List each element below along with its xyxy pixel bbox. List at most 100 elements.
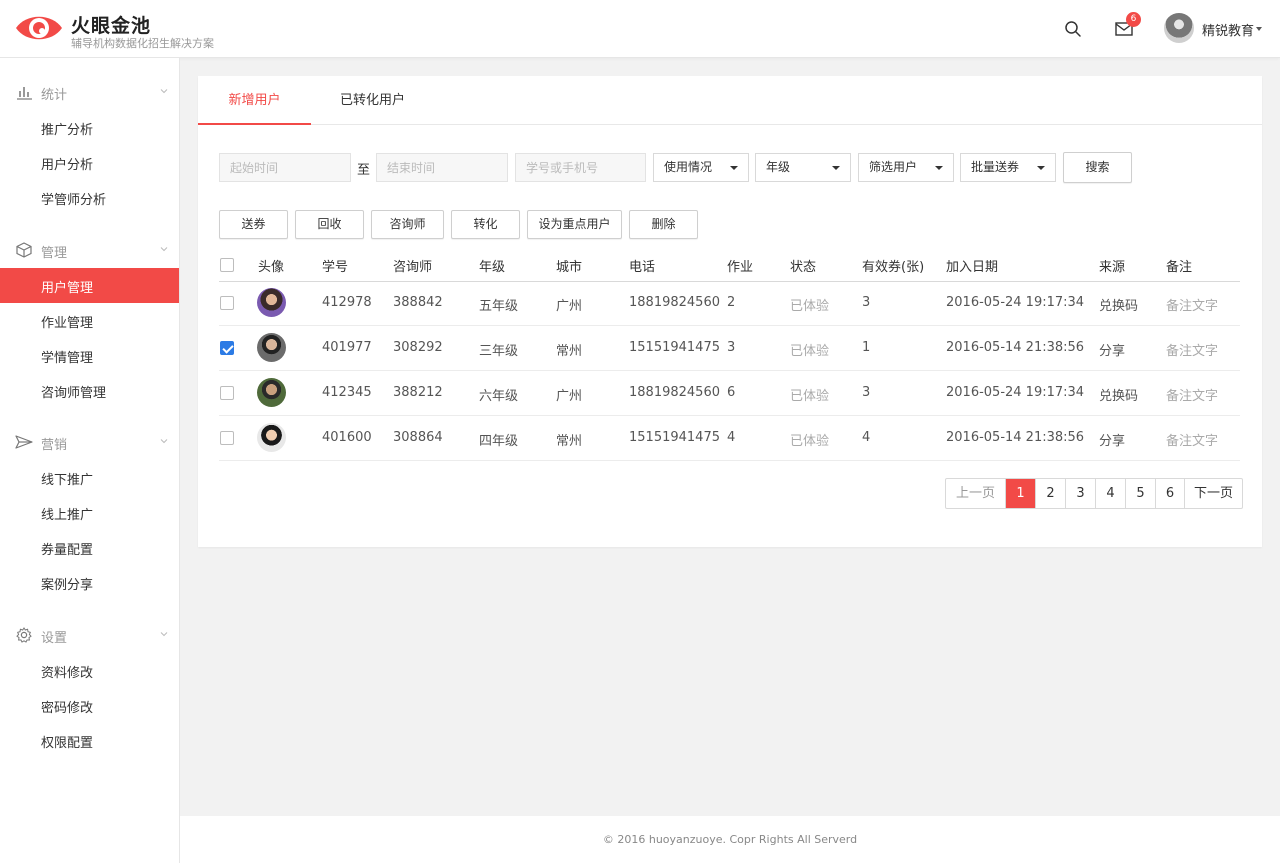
next-page-button[interactable]: 下一页: [1184, 479, 1242, 508]
table-row[interactable]: 401977 308292 三年级 常州 15151941475 3 已体验 1…: [219, 326, 1240, 371]
prev-page-button[interactable]: 上一页: [946, 479, 1005, 508]
row-checkbox[interactable]: [220, 431, 234, 445]
caret-down-icon: [832, 166, 840, 170]
sidebar-item-user-management[interactable]: 用户管理: [0, 268, 179, 303]
coupon-count: 4: [862, 430, 871, 445]
start-date-input[interactable]: [219, 153, 351, 182]
sidebar-item-label: 用户管理: [41, 281, 94, 296]
phone: 15151941475: [629, 340, 720, 355]
sidebar-item-label: 案例分享: [41, 578, 94, 593]
sidebar-item-case-sharing[interactable]: 案例分享: [0, 565, 179, 600]
table-row[interactable]: 401600 308864 四年级 常州 15151941475 4 已体验 4…: [219, 416, 1240, 461]
app-title: 火眼金池: [71, 15, 152, 37]
user-name[interactable]: 精锐教育: [1202, 20, 1254, 39]
sidebar-item-user-analysis[interactable]: 用户分析: [0, 145, 179, 180]
batch-coupon-select[interactable]: 批量送券: [960, 153, 1056, 182]
sidebar-item-counselor-management[interactable]: 咨询师管理: [0, 373, 179, 408]
column-header: 电话: [629, 260, 656, 275]
sidebar-item-homework-management[interactable]: 作业管理: [0, 303, 179, 338]
row-checkbox[interactable]: [220, 341, 234, 355]
table-row[interactable]: 412345 388212 六年级 广州 18819824560 6 已体验 3…: [219, 371, 1240, 416]
tab-new-users[interactable]: 新增用户: [198, 76, 311, 125]
sidebar-item-permission-config[interactable]: 权限配置: [0, 723, 179, 758]
gear-icon: [16, 627, 32, 643]
phone: 18819824560: [629, 385, 720, 400]
column-header: 学号: [322, 260, 349, 275]
sidebar-item-label: 线上推广: [41, 508, 94, 523]
sidebar-item-profile-edit[interactable]: 资料修改: [0, 653, 179, 688]
chevron-down-icon: [160, 632, 168, 637]
sidebar-item-online-promotion[interactable]: 线上推广: [0, 495, 179, 530]
sidebar-item-label: 权限配置: [41, 736, 94, 751]
content-card: 新增用户 已转化用户 至 使用情况 年级 筛选用户 批量送券 搜索 送券 回收 …: [198, 76, 1262, 547]
grade: 五年级: [479, 299, 519, 314]
avatar: [257, 288, 286, 317]
filter-users-select[interactable]: 筛选用户: [858, 153, 954, 182]
convert-button[interactable]: 转化: [451, 210, 520, 239]
search-icon[interactable]: [1064, 20, 1082, 38]
column-header: 来源: [1099, 260, 1126, 275]
homework-count: 6: [727, 385, 736, 400]
row-checkbox[interactable]: [220, 296, 234, 310]
caret-down-icon[interactable]: [1256, 27, 1262, 31]
city: 广州: [556, 299, 583, 314]
page-button-1[interactable]: 1: [1005, 479, 1035, 508]
sidebar-group-marketing[interactable]: 营销: [0, 425, 180, 459]
sidebar-item-promotion-analysis[interactable]: 推广分析: [0, 110, 179, 145]
sidebar-item-label: 咨询师管理: [41, 386, 107, 401]
mark-key-user-button[interactable]: 设为重点用户: [527, 210, 622, 239]
note: 备注文字: [1166, 344, 1219, 359]
user-avatar[interactable]: [1164, 13, 1194, 43]
table-row[interactable]: 412978 388842 五年级 广州 18819824560 2 已体验 3…: [219, 281, 1240, 326]
sidebar-item-offline-promotion[interactable]: 线下推广: [0, 460, 179, 495]
sidebar-item-label: 密码修改: [41, 701, 94, 716]
end-date-input[interactable]: [376, 153, 508, 182]
delete-button[interactable]: 删除: [629, 210, 698, 239]
sidebar-item-label: 资料修改: [41, 666, 94, 681]
usage-select[interactable]: 使用情况: [653, 153, 749, 182]
grade-select[interactable]: 年级: [755, 153, 851, 182]
status: 已体验: [790, 344, 830, 359]
sidebar-item-label: 推广分析: [41, 123, 94, 138]
chevron-down-icon: [160, 439, 168, 444]
student-id: 401977: [322, 340, 372, 355]
counselor-id: 308292: [393, 340, 443, 355]
column-header: 头像: [258, 260, 285, 275]
select-all-checkbox[interactable]: [220, 258, 234, 272]
recycle-button[interactable]: 回收: [295, 210, 364, 239]
student-id: 401600: [322, 430, 372, 445]
student-id: 412345: [322, 385, 372, 400]
sidebar-group-label: 设置: [41, 631, 68, 646]
tab-converted-users[interactable]: 已转化用户: [316, 76, 429, 125]
page-button-4[interactable]: 4: [1095, 479, 1125, 508]
sidebar-item-learning-management[interactable]: 学情管理: [0, 338, 179, 373]
student-id-phone-input[interactable]: [515, 153, 646, 182]
page-button-3[interactable]: 3: [1065, 479, 1095, 508]
sidebar-group-manage[interactable]: 管理: [0, 233, 180, 267]
select-label: 年级: [766, 160, 791, 174]
page-button-6[interactable]: 6: [1155, 479, 1184, 508]
column-header: 加入日期: [946, 260, 999, 275]
status: 已体验: [790, 434, 830, 449]
sidebar-group-settings[interactable]: 设置: [0, 618, 180, 652]
sidebar-item-tutor-analysis[interactable]: 学管师分析: [0, 180, 179, 215]
sidebar-item-label: 用户分析: [41, 158, 94, 173]
column-header: 年级: [479, 260, 506, 275]
row-checkbox[interactable]: [220, 386, 234, 400]
page-button-2[interactable]: 2: [1035, 479, 1065, 508]
city: 常州: [556, 434, 583, 449]
column-header: 备注: [1166, 260, 1193, 275]
sidebar-group-stats[interactable]: 统计: [0, 75, 180, 109]
sidebar-group-label: 管理: [41, 246, 68, 261]
homework-count: 4: [727, 430, 736, 445]
page-button-5[interactable]: 5: [1125, 479, 1155, 508]
counselor-button[interactable]: 咨询师: [371, 210, 444, 239]
bar-chart-icon: [17, 87, 32, 100]
column-header: 作业: [727, 260, 754, 275]
sidebar-item-password-edit[interactable]: 密码修改: [0, 688, 179, 723]
column-header: 城市: [556, 260, 583, 275]
search-button[interactable]: 搜索: [1063, 152, 1132, 183]
sidebar-item-coupon-config[interactable]: 券量配置: [0, 530, 179, 565]
city: 广州: [556, 389, 583, 404]
send-coupon-button[interactable]: 送券: [219, 210, 288, 239]
